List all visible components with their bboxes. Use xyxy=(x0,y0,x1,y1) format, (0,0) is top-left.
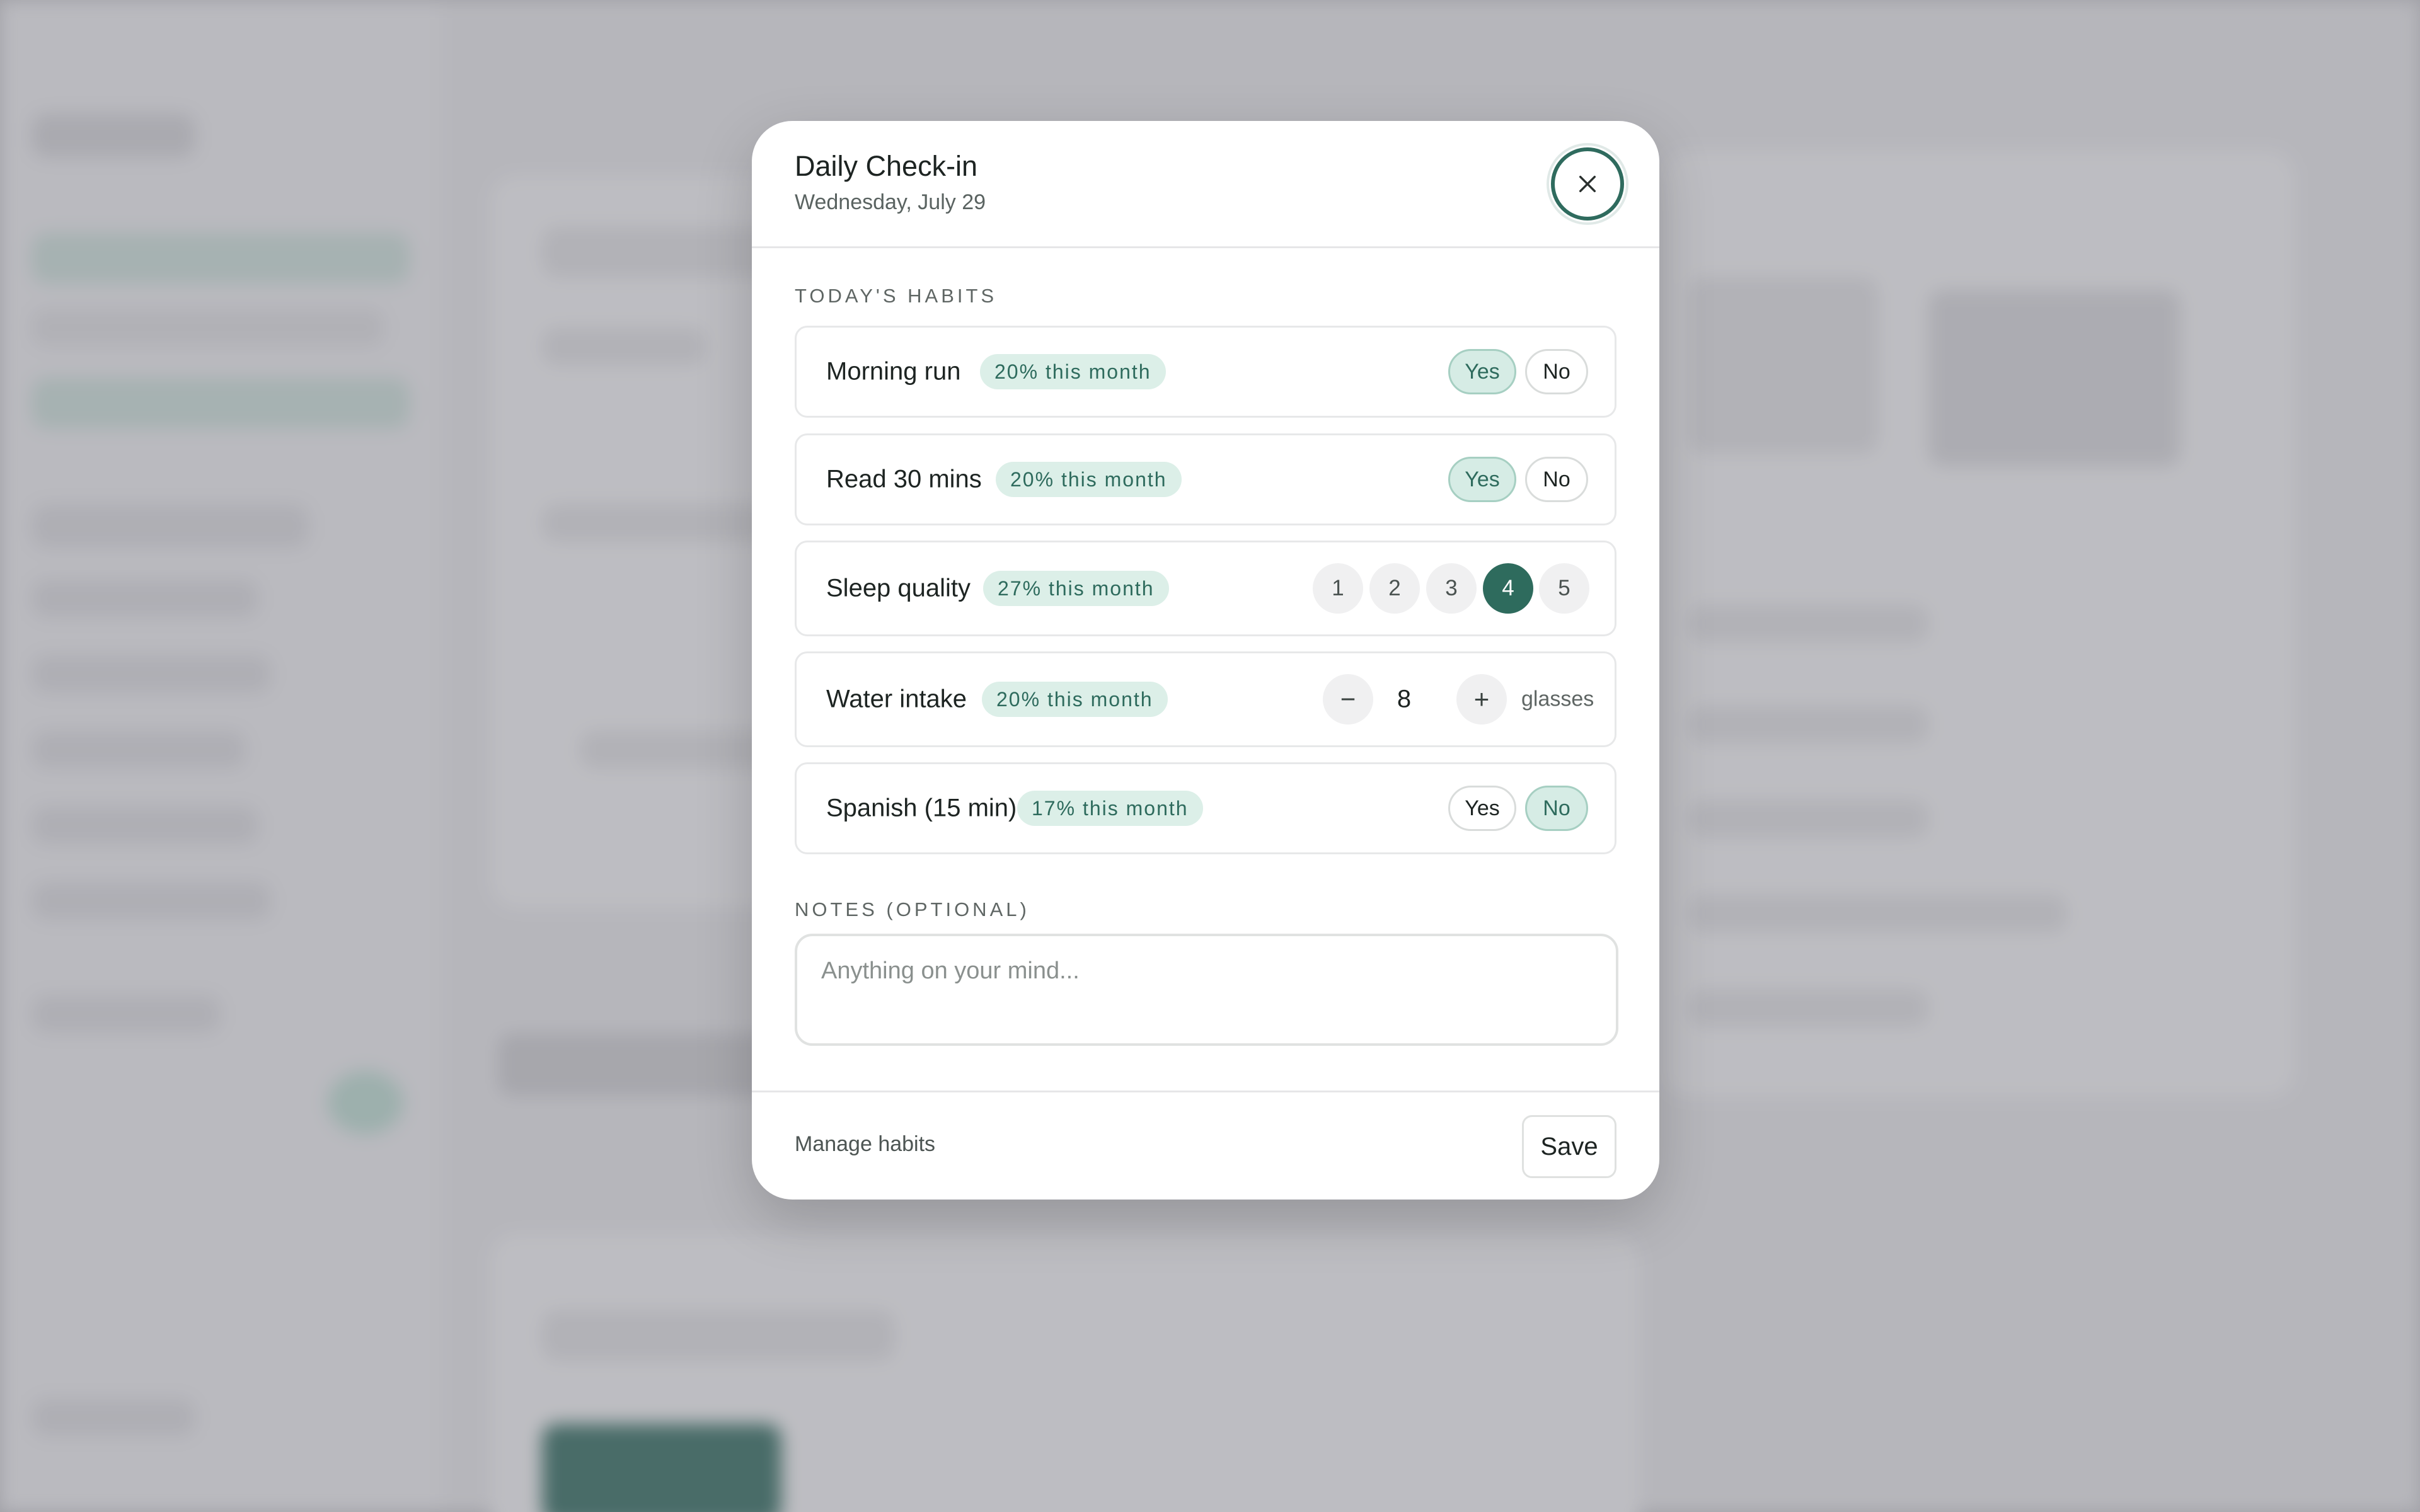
yes-button[interactable]: Yes xyxy=(1448,457,1516,502)
habit-name: Read 30 mins xyxy=(826,465,982,493)
habit-row-morning-run: Morning run 20% this month Yes No xyxy=(795,326,1616,418)
notes-textarea[interactable] xyxy=(795,934,1618,1046)
habit-name: Morning run xyxy=(826,357,961,386)
modal-title: Daily Check-in xyxy=(795,150,978,182)
habit-row-spanish: Spanish (15 min) 17% this month Yes No xyxy=(795,762,1616,854)
yes-button[interactable]: Yes xyxy=(1448,786,1516,831)
habit-stat-badge: 17% this month xyxy=(1017,791,1203,826)
habit-stat-badge: 20% this month xyxy=(982,682,1168,717)
habit-stat-badge: 20% this month xyxy=(980,354,1166,389)
no-button[interactable]: No xyxy=(1525,349,1588,394)
habit-name: Sleep quality xyxy=(826,574,971,602)
rating-option-2[interactable]: 2 xyxy=(1369,563,1420,614)
habit-stat-badge: 20% this month xyxy=(996,462,1182,497)
notes-label: NOTES (OPTIONAL) xyxy=(795,898,1030,920)
habit-row-water-intake: Water intake 20% this month − 8 + glasse… xyxy=(795,651,1616,747)
rating-option-5[interactable]: 5 xyxy=(1539,563,1589,614)
close-icon xyxy=(1579,175,1596,193)
decrement-button[interactable]: − xyxy=(1323,674,1373,724)
manage-habits-link[interactable]: Manage habits xyxy=(795,1132,935,1157)
habit-row-sleep-quality: Sleep quality 27% this month 1 2 3 4 5 xyxy=(795,541,1616,636)
habit-name: Spanish (15 min) xyxy=(826,794,1017,822)
footer-divider xyxy=(752,1091,1659,1092)
modal-header: Daily Check-in Wednesday, July 29 xyxy=(752,121,1659,248)
rating-option-3[interactable]: 3 xyxy=(1426,563,1477,614)
rating-option-4[interactable]: 4 xyxy=(1483,563,1533,614)
no-button[interactable]: No xyxy=(1525,786,1588,831)
habit-stat-badge: 27% this month xyxy=(983,571,1169,606)
water-intake-value: 8 xyxy=(1397,685,1412,713)
modal-date: Wednesday, July 29 xyxy=(795,190,986,214)
habits-section-label: TODAY'S HABITS xyxy=(795,285,998,307)
close-button[interactable] xyxy=(1551,147,1624,220)
rating-option-1[interactable]: 1 xyxy=(1313,563,1363,614)
save-button[interactable]: Save xyxy=(1522,1115,1616,1178)
no-button[interactable]: No xyxy=(1525,457,1588,502)
habit-name: Water intake xyxy=(826,685,967,713)
unit-label: glasses xyxy=(1521,687,1594,711)
habit-row-read: Read 30 mins 20% this month Yes No xyxy=(795,433,1616,525)
yes-button[interactable]: Yes xyxy=(1448,349,1516,394)
daily-checkin-modal: Daily Check-in Wednesday, July 29 TODAY'… xyxy=(752,121,1659,1200)
increment-button[interactable]: + xyxy=(1456,674,1507,724)
